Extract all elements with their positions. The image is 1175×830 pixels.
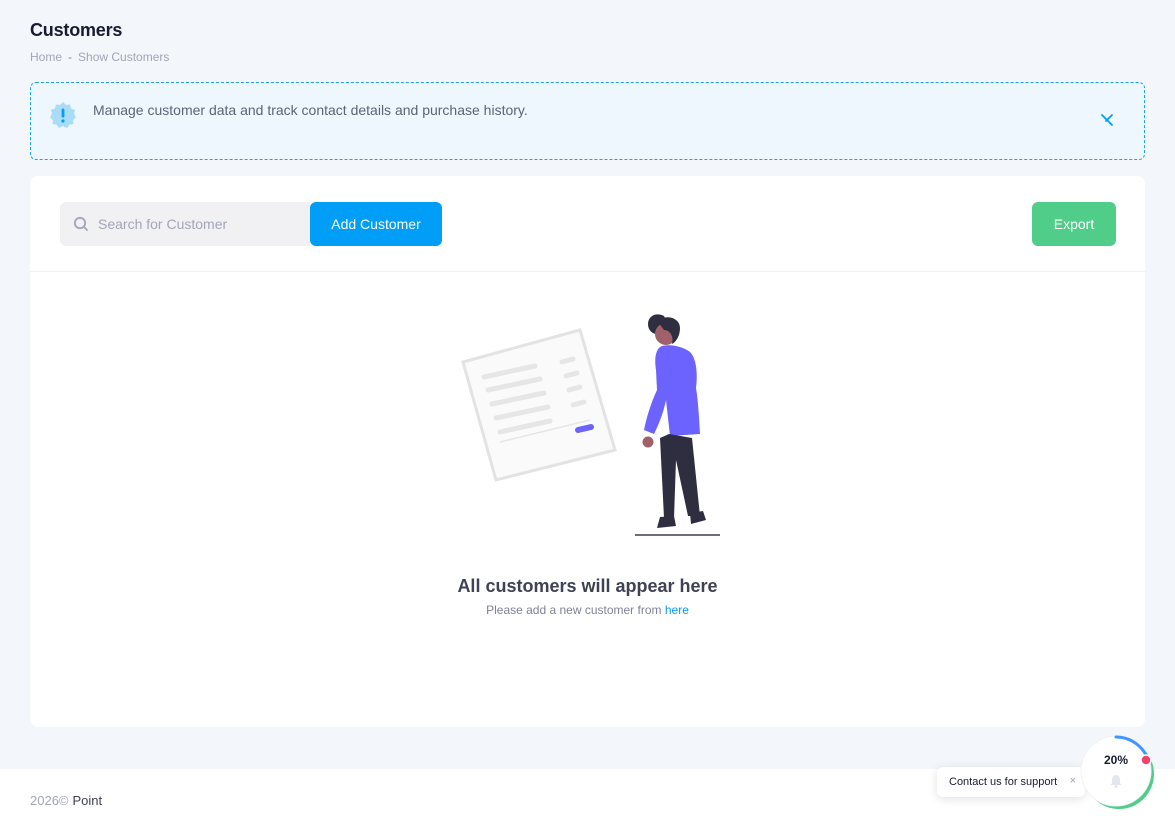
breadcrumb-home[interactable]: Home	[30, 50, 62, 64]
card-toolbar: Add Customer Export	[30, 176, 1145, 272]
search-input[interactable]	[98, 202, 304, 246]
progress-label: 20%	[1103, 753, 1129, 767]
customers-card: Add Customer Export	[30, 176, 1145, 727]
notice-text: Manage customer data and track contact d…	[93, 102, 528, 118]
info-notice: Manage customer data and track contact d…	[30, 82, 1145, 160]
close-icon[interactable]	[1100, 113, 1114, 127]
breadcrumb-separator: -	[68, 50, 73, 64]
breadcrumb: Home - Show Customers	[30, 50, 169, 64]
progress-ring	[1080, 735, 1154, 809]
export-button[interactable]: Export	[1032, 202, 1116, 246]
footer-brand-link[interactable]: Point	[73, 793, 103, 808]
alert-badge-icon	[50, 102, 76, 128]
support-pill[interactable]: Contact us for support ×	[937, 767, 1085, 797]
search-box[interactable]	[60, 202, 310, 246]
search-icon	[73, 216, 88, 231]
support-close-icon[interactable]: ×	[1070, 775, 1076, 787]
support-label: Contact us for support	[949, 776, 1058, 788]
document-illustration	[461, 328, 617, 482]
breadcrumb-current: Show Customers	[78, 50, 170, 64]
person-illustration	[635, 314, 720, 536]
bell-icon	[1110, 775, 1122, 789]
page-header: Customers Home - Show Customers	[30, 20, 169, 64]
footer-year: 2026©	[30, 793, 69, 808]
add-customer-link[interactable]: here	[665, 603, 689, 617]
page-title: Customers	[30, 20, 123, 40]
footer-copyright: 2026© Point	[30, 793, 102, 808]
empty-state-title: All customers will appear here	[457, 576, 718, 596]
add-customer-button[interactable]: Add Customer	[310, 202, 442, 246]
empty-state-subtitle-text: Please add a new customer from	[486, 603, 662, 617]
empty-state-illustration	[461, 314, 720, 536]
empty-state-subtitle: Please add a new customer from here	[30, 603, 1145, 617]
progress-widget[interactable]: 20%	[1080, 733, 1158, 811]
